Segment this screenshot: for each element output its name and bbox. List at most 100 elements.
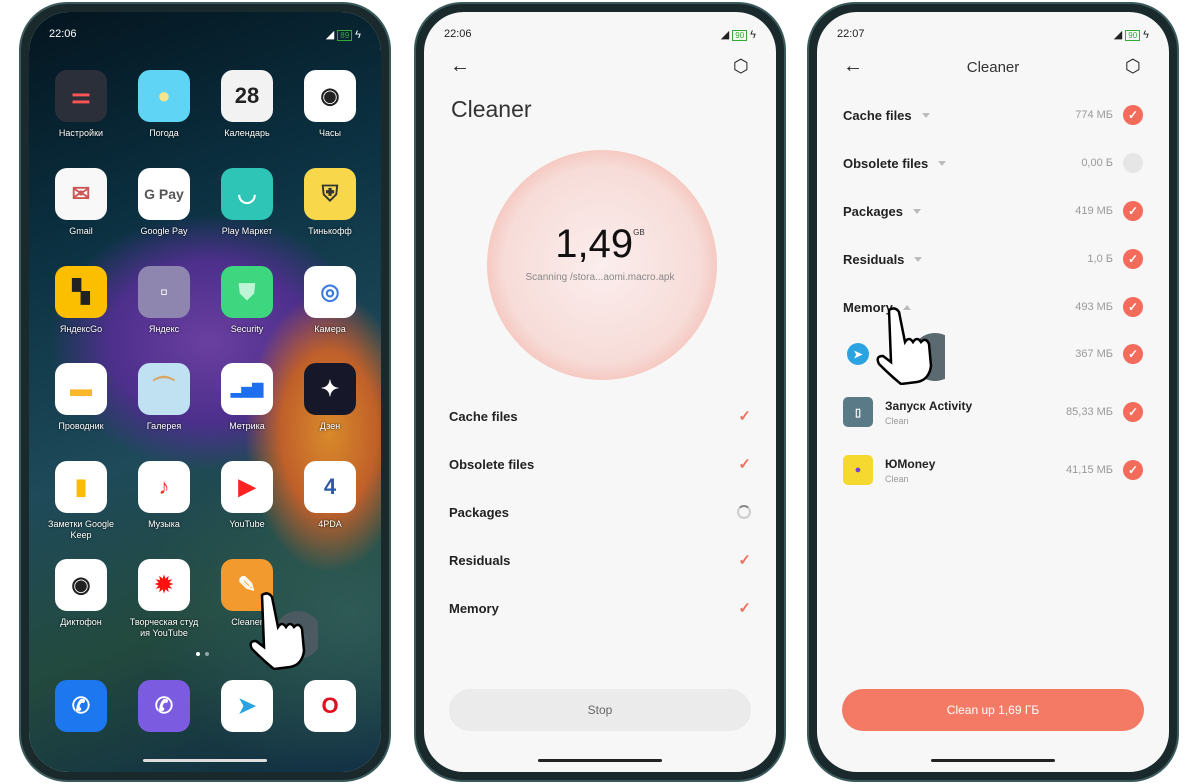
app-label: Google Pay: [140, 226, 188, 236]
status-time: 22:06: [444, 28, 472, 40]
app-yandex-go[interactable]: ▚ ЯндексGo: [41, 266, 121, 335]
youtube-studio-icon: ✹: [138, 559, 190, 611]
hand-pointer-cursor-icon: [249, 592, 318, 670]
play-market-icon: ◡: [221, 168, 273, 220]
category-row[interactable]: Packages 419 МБ ✓: [843, 199, 1143, 223]
app-youtube[interactable]: ▶ YouTube: [207, 461, 287, 530]
chevron-down-icon[interactable]: [913, 208, 921, 214]
app-label: 4PDA: [318, 519, 342, 529]
app-music[interactable]: ♪ Музыка: [124, 461, 204, 530]
folder-icon: ▬: [55, 363, 107, 415]
checkmark-icon: ✓: [738, 408, 751, 425]
checkbox[interactable]: ✓: [1123, 201, 1143, 221]
app-label: YouTube: [229, 519, 265, 529]
scanning-path: Scanning /stora...aomi.macro.apk: [525, 272, 675, 283]
scan-item-label: Packages: [449, 504, 509, 520]
checkbox[interactable]: ✓: [1123, 460, 1143, 480]
checkbox[interactable]: ✓: [1123, 402, 1143, 422]
app-calendar[interactable]: 28 Календарь: [207, 70, 287, 139]
page-title: Cleaner: [966, 59, 1020, 76]
dock-telegram[interactable]: ➤: [207, 680, 287, 732]
status-bar: 22:06 ◢ 90 ϟ: [444, 26, 756, 42]
app-folder[interactable]: ▬ Проводник: [41, 363, 121, 432]
scan-amount: 1,49GB: [424, 222, 776, 267]
app-camera[interactable]: ◎ Камера: [290, 266, 370, 335]
scan-item: Obsolete files ✓: [449, 452, 751, 476]
app-metrika[interactable]: ▂▅▇ Метрика: [207, 363, 287, 432]
app-tinkoff[interactable]: ⛨ Тинькофф: [290, 168, 370, 237]
chevron-down-icon[interactable]: [914, 256, 923, 262]
chevron-down-icon[interactable]: [938, 160, 947, 166]
app-gallery[interactable]: ⏜ Галерея: [124, 363, 204, 432]
settings-gear-icon[interactable]: ⬡: [1125, 56, 1141, 77]
back-arrow-icon[interactable]: ←: [450, 55, 470, 78]
app-label: Часы: [319, 128, 341, 138]
cleaner-results-screen: 22:07 ◢ 90 ϟ ← Cleaner ⬡ Cache files 774 МБ…: [817, 12, 1169, 772]
app-4pda[interactable]: 4 4PDA: [290, 461, 370, 530]
app-recorder[interactable]: ◉ Диктофон: [41, 559, 121, 628]
home-screen: 22:06 ◢ 89 ϟ ⚌ Настройки ● Погода 28 Календарь ◉…: [29, 12, 381, 772]
home-indicator: [143, 759, 267, 762]
app-security-shield[interactable]: ⛊ Security: [207, 266, 287, 335]
checkbox[interactable]: ✓: [1123, 249, 1143, 269]
app-label: Проводник: [58, 421, 104, 431]
category-row[interactable]: Residuals 1,0 Б ✓: [843, 247, 1143, 271]
app-label: Галерея: [146, 421, 182, 431]
category-size: 774 МБ: [1075, 109, 1113, 121]
app-keep[interactable]: ▮ Заметки Google Keep: [41, 461, 121, 541]
checkbox[interactable]: ✓: [1123, 344, 1143, 364]
app-label: ЯндексGo: [59, 324, 103, 334]
app-settings[interactable]: ⚌ Настройки: [41, 70, 121, 139]
app-google-pay[interactable]: G Pay Google Pay: [124, 168, 204, 237]
settings-gear-icon[interactable]: ⬡: [733, 56, 749, 77]
memory-app-row[interactable]: ● ЮMoney Clean 41,15 МБ ✓: [843, 454, 1143, 486]
dock-viber[interactable]: ✆: [124, 680, 204, 732]
yumoney-icon: ●: [843, 455, 873, 485]
checkmark-icon: ✓: [738, 600, 751, 617]
memory-app-size: 41,15 МБ: [1066, 464, 1113, 476]
memory-app-status: Clean: [885, 473, 909, 484]
checkbox[interactable]: ✓: [1123, 153, 1143, 173]
battery-level: 90: [732, 29, 748, 41]
app-label: Дзен: [319, 421, 341, 431]
dock-phone[interactable]: ✆: [41, 680, 121, 732]
clean-up-button[interactable]: Clean up 1,69 ГБ: [842, 689, 1144, 731]
app-label: Музыка: [148, 519, 180, 529]
app-label: Погода: [149, 128, 179, 138]
tinkoff-icon: ⛨: [304, 168, 356, 220]
4pda-icon: 4: [304, 461, 356, 513]
signal-icon: ◢: [720, 28, 730, 41]
app-mail[interactable]: ✉ Gmail: [41, 168, 121, 237]
recorder-icon: ◉: [55, 559, 107, 611]
app-label: Play Маркет: [221, 226, 273, 236]
checkbox[interactable]: ✓: [1123, 297, 1143, 317]
app-label: Диктофон: [60, 617, 102, 627]
phone-scanning: 22:06 ◢ 90 ϟ ← ⬡ Cleaner 1,49GB Scanning /…: [414, 2, 786, 782]
scan-item: Cache files ✓: [449, 404, 751, 428]
phone-results: 22:07 ◢ 90 ϟ ← Cleaner ⬡ Cache files 774 МБ…: [807, 2, 1179, 782]
dock-opera[interactable]: O: [290, 680, 370, 732]
settings-icon: ⚌: [55, 70, 107, 122]
checkbox[interactable]: ✓: [1123, 105, 1143, 125]
status-bar: 22:07 ◢ 90 ϟ: [837, 26, 1149, 42]
category-row[interactable]: Cache files 774 МБ ✓: [843, 103, 1143, 127]
amount-unit: GB: [633, 228, 645, 237]
app-label: Камера: [314, 324, 346, 334]
scan-item-label: Obsolete files: [449, 456, 535, 472]
app-yandex-folder[interactable]: ▫ Яндекс: [124, 266, 204, 335]
category-label: Cache files: [843, 107, 912, 123]
memory-app-info: ЮMoney Clean: [885, 457, 935, 484]
app-weather-sun[interactable]: ● Погода: [124, 70, 204, 139]
app-dzen[interactable]: ✦ Дзен: [290, 363, 370, 432]
app-clock[interactable]: ◉ Часы: [290, 70, 370, 139]
app-youtube-studio[interactable]: ✹ Творческая студ ия YouTube: [124, 559, 204, 639]
memory-app-row[interactable]: ▯ Запуск Activity Clean 85,33 МБ ✓: [843, 396, 1143, 428]
app-play-market[interactable]: ◡ Play Маркет: [207, 168, 287, 237]
charging-icon: ϟ: [1143, 28, 1149, 41]
category-row[interactable]: Obsolete files 0,00 Б ✓: [843, 151, 1143, 175]
chevron-down-icon[interactable]: [921, 112, 930, 118]
stop-button[interactable]: Stop: [449, 689, 751, 731]
activity-launcher-icon: ▯: [843, 397, 873, 427]
page-title: Cleaner: [451, 96, 532, 122]
category-size: 493 МБ: [1075, 301, 1113, 313]
